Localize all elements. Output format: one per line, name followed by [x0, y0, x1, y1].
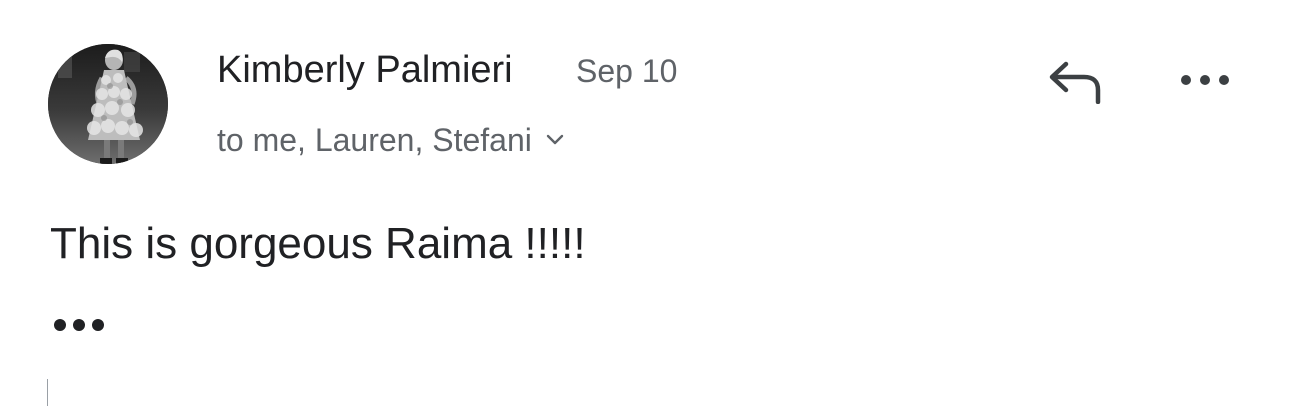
chevron-down-icon [546, 134, 564, 145]
ellipsis-icon [54, 319, 104, 331]
sender-name[interactable]: Kimberly Palmieri [217, 48, 513, 92]
recipients-text: to me, Lauren, Stefani [217, 122, 532, 158]
show-quoted-text-button[interactable] [46, 306, 112, 344]
more-options-button[interactable] [1172, 60, 1238, 100]
more-horizontal-icon [1181, 75, 1229, 85]
sent-date: Sep 10 [576, 53, 678, 89]
recipients-toggle[interactable]: to me, Lauren, Stefani [217, 120, 564, 160]
avatar-photo [48, 44, 168, 164]
reply-icon [1049, 61, 1101, 104]
text-cursor [47, 379, 48, 406]
avatar[interactable] [48, 44, 168, 164]
reply-button[interactable] [1040, 54, 1108, 108]
message-body: This is gorgeous Raima !!!!! [50, 219, 586, 268]
